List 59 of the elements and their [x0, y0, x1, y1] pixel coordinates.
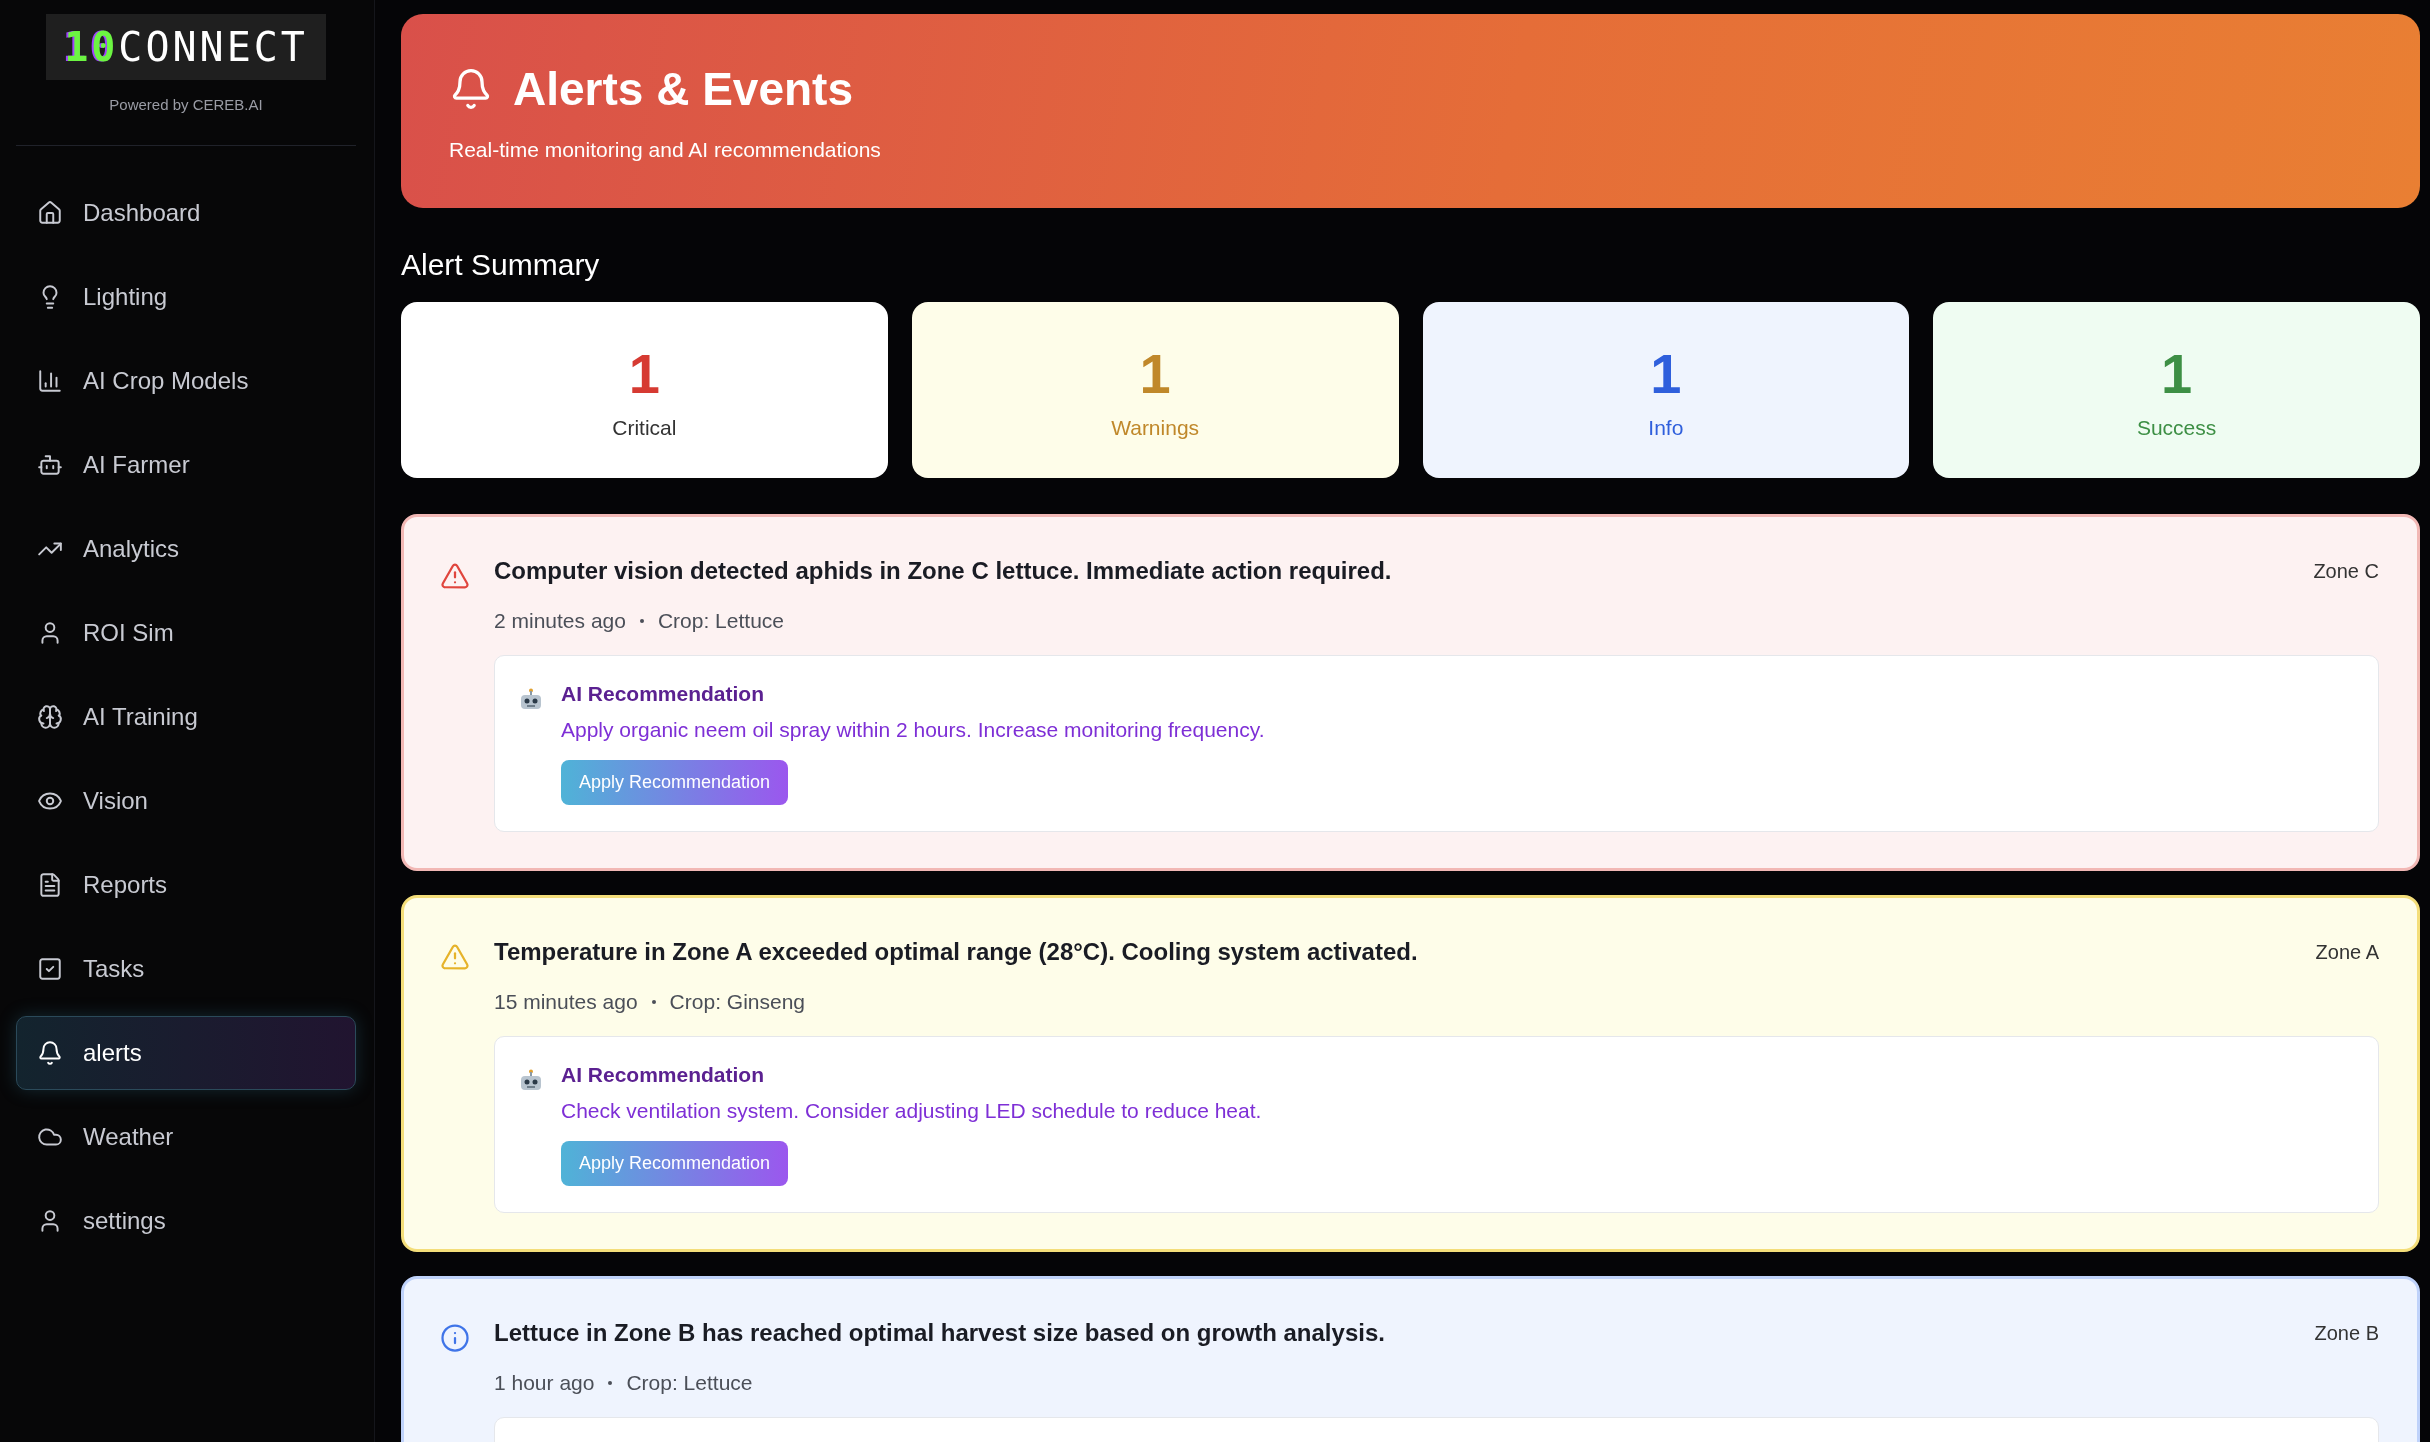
- recommendation-text: Check ventilation system. Consider adjusting LED schedule to reduce heat.: [561, 1099, 1262, 1123]
- alert-message: Lettuce in Zone B has reached optimal harvest size based on growth analysis.: [494, 1319, 1385, 1347]
- nav-item[interactable]: Tasks: [16, 932, 356, 1006]
- robot-icon: [37, 452, 63, 478]
- apply-recommendation-button[interactable]: Apply Recommendation: [561, 760, 789, 805]
- bell-icon: [37, 1040, 63, 1066]
- nav-item[interactable]: Analytics: [16, 512, 356, 586]
- summary-count: 1: [628, 340, 660, 406]
- crop-label: Crop: Ginseng: [669, 990, 805, 1014]
- nav-item[interactable]: AI Farmer: [16, 428, 356, 502]
- summary-label: Info: [1648, 415, 1684, 440]
- home-icon: [37, 200, 63, 226]
- zone-label: Zone A: [2315, 940, 2379, 964]
- separator-dot: [639, 619, 644, 623]
- zone-label: Zone C: [2313, 559, 2379, 583]
- nav-item[interactable]: Lighting: [16, 260, 356, 334]
- logo: 10CONNECT: [46, 14, 326, 80]
- crop-label: Crop: Lettuce: [657, 609, 784, 633]
- summary-label: Warnings: [1111, 415, 1200, 440]
- page-title: Alerts & Events: [513, 62, 853, 116]
- section-title: Alert Summary: [401, 248, 601, 282]
- nav-item[interactable]: settings: [16, 1184, 356, 1258]
- brain-icon: [37, 704, 63, 730]
- nav-item[interactable]: Vision: [16, 764, 356, 838]
- recommendation-text: Apply organic neem oil spray within 2 hours. Increase monitoring frequency.: [561, 718, 1265, 742]
- nav-item[interactable]: alerts: [16, 1016, 356, 1090]
- nav-item[interactable]: ROI Sim: [16, 596, 356, 670]
- alert-time: 15 minutes ago: [494, 990, 638, 1014]
- info-icon: [440, 1323, 470, 1353]
- separator-dot: [608, 1381, 613, 1385]
- powered-by-text: Powered by CEREB.AI: [109, 96, 263, 113]
- nav-item[interactable]: AI Crop Models: [16, 344, 356, 418]
- crop-label: Crop: Lettuce: [626, 1371, 753, 1395]
- warning-icon: [440, 561, 470, 591]
- nav-item[interactable]: Reports: [16, 848, 356, 922]
- summary-label: Critical: [612, 415, 677, 440]
- nav-item[interactable]: AI Training: [16, 680, 356, 754]
- alert-message: Computer vision detected aphids in Zone C lettuce. Immediate action required.: [494, 557, 1392, 585]
- checkbox-icon: [37, 956, 63, 982]
- nav-item[interactable]: Dashboard: [16, 176, 356, 250]
- alert-time: 1 hour ago: [494, 1371, 595, 1395]
- summary-count: 1: [1139, 340, 1171, 406]
- bar-chart-icon: [37, 368, 63, 394]
- separator-dot: [651, 1000, 656, 1004]
- summary-count: 1: [2161, 340, 2193, 406]
- recommendation-title: AI Recommendation: [561, 682, 765, 706]
- summary-label: Success: [2136, 415, 2217, 440]
- nav-item[interactable]: Weather: [16, 1100, 356, 1174]
- zone-label: Zone B: [2314, 1321, 2379, 1345]
- robot-icon: [519, 1069, 543, 1091]
- alert-time: 2 minutes ago: [494, 609, 626, 633]
- warning-icon: [440, 942, 470, 972]
- document-icon: [37, 872, 63, 898]
- robot-icon: [519, 688, 543, 710]
- apply-recommendation-button[interactable]: Apply Recommendation: [561, 1141, 789, 1186]
- recommendation-title: AI Recommendation: [561, 1063, 765, 1087]
- page-subtitle: Real-time monitoring and AI recommendations: [449, 138, 882, 162]
- summary-count: 1: [1650, 340, 1682, 406]
- alert-message: Temperature in Zone A exceeded optimal range (28°C). Cooling system activated.: [494, 938, 1418, 966]
